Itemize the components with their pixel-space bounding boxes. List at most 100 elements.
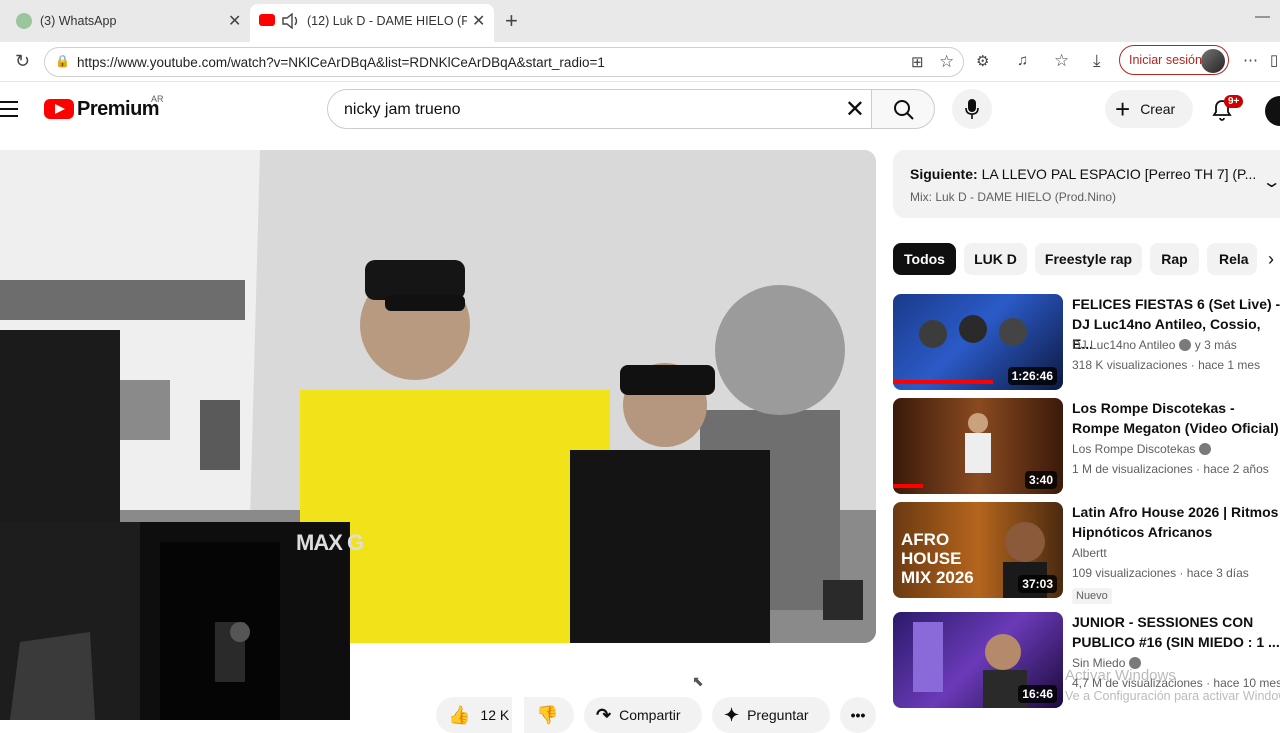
video-meta: 109 visualizaciones · hace 3 días bbox=[1072, 566, 1249, 580]
new-tab-icon[interactable]: + bbox=[505, 8, 518, 34]
video-title[interactable]: Latin Afro House 2026 | Ritmos Hipnótico… bbox=[1072, 502, 1280, 542]
video-thumbnail[interactable]: AFRO HOUSE MIX 2026 37:03 bbox=[893, 502, 1063, 598]
up-next-title: LA LLEVO PAL ESPACIO [Perreo TH 7] (P... bbox=[981, 166, 1257, 182]
video-title[interactable]: JUNIOR - SESSIONES CON PUBLICO #16 (SIN … bbox=[1072, 612, 1280, 652]
search-button[interactable] bbox=[871, 89, 935, 129]
download-icon[interactable]: ⤓ bbox=[1093, 51, 1101, 71]
video-channel[interactable]: Los Rompe Discotekas bbox=[1072, 442, 1212, 456]
thumbs-down-icon: 👎 bbox=[536, 704, 559, 725]
close-icon[interactable]: ✕ bbox=[228, 11, 241, 31]
video-thumbnail[interactable]: 16:46 bbox=[893, 612, 1063, 708]
star-icon[interactable]: ☆ bbox=[939, 52, 954, 72]
lock-icon[interactable]: 🔒 bbox=[55, 54, 70, 68]
favorites-icon[interactable]: ☆ bbox=[1054, 51, 1069, 71]
signin-label: Iniciar sesión bbox=[1129, 53, 1202, 67]
profile-avatar bbox=[1201, 49, 1225, 73]
like-count: 12 K bbox=[480, 707, 510, 723]
plus-icon: + bbox=[1115, 94, 1131, 124]
search-input[interactable]: nicky jam trueno ✕ bbox=[327, 89, 872, 129]
region-code: AR bbox=[151, 94, 164, 104]
signin-button[interactable]: Iniciar sesión bbox=[1119, 45, 1229, 75]
video-channel[interactable]: Albertt bbox=[1072, 546, 1107, 560]
like-button[interactable]: 👍 12 K bbox=[436, 697, 512, 733]
up-next-subtitle: Mix: Luk D - DAME HIELO (Prod.Nino) bbox=[910, 190, 1117, 204]
address-bar-row: ↻ 🔒 https://www.youtube.com/watch?v=NKlC… bbox=[0, 42, 1280, 82]
account-avatar[interactable] bbox=[1265, 96, 1280, 126]
extensions-icon[interactable]: ⚙ bbox=[976, 52, 989, 70]
more-icon: ••• bbox=[850, 707, 866, 723]
chip-freestyle-rap[interactable]: Freestyle rap bbox=[1035, 243, 1142, 275]
speaker-icon[interactable] bbox=[282, 13, 300, 29]
thumbs-up-icon: 👍 bbox=[448, 704, 471, 725]
list-item[interactable]: AFRO HOUSE MIX 2026 37:03 Latin Afro Hou… bbox=[893, 502, 1280, 610]
whatsapp-icon bbox=[16, 13, 32, 29]
ask-label: Preguntar bbox=[747, 707, 809, 723]
url-text: https://www.youtube.com/watch?v=NKlCeArD… bbox=[77, 55, 605, 70]
video-thumbnail[interactable]: 3:40 bbox=[893, 398, 1063, 494]
tab-whatsapp[interactable]: (3) WhatsApp ✕ bbox=[8, 6, 248, 36]
verified-icon bbox=[1199, 443, 1212, 455]
windows-activation-subtitle: Ve a Configuración para activar Windows bbox=[1065, 689, 1280, 703]
tab-title: (12) Luk D - DAME HIELO (Pro bbox=[307, 14, 467, 28]
up-next-line: Siguiente: LA LLEVO PAL ESPACIO [Perreo … bbox=[910, 166, 1256, 182]
verified-icon bbox=[1179, 339, 1192, 351]
more-icon[interactable]: ⋯ bbox=[1243, 51, 1258, 69]
app-grid-icon[interactable]: ⊞ bbox=[911, 53, 924, 71]
microphone-icon bbox=[965, 99, 979, 119]
video-thumbnail[interactable]: 1:26:46 bbox=[893, 294, 1063, 390]
media-icon[interactable]: ♫ bbox=[1017, 52, 1028, 69]
chip-rela[interactable]: Rela bbox=[1207, 243, 1257, 275]
close-icon[interactable]: ✕ bbox=[472, 11, 485, 31]
reload-icon[interactable]: ↻ bbox=[15, 51, 30, 72]
search-query: nicky jam trueno bbox=[344, 101, 461, 118]
chip-rap[interactable]: Rap bbox=[1150, 243, 1199, 275]
more-actions-button[interactable]: ••• bbox=[840, 697, 876, 733]
share-button[interactable]: ↷ Compartir bbox=[584, 697, 702, 733]
video-channel[interactable]: DJ Luc14no Antileo y 3 más bbox=[1072, 338, 1237, 352]
search-icon bbox=[894, 100, 914, 120]
voice-search-button[interactable] bbox=[952, 89, 992, 129]
ask-button[interactable]: ✦ Preguntar bbox=[712, 697, 830, 733]
thumbnail-text: AFRO HOUSE MIX 2026 bbox=[901, 530, 974, 587]
windows-activation-title: Activar Windows bbox=[1065, 667, 1176, 684]
mouse-cursor-icon: ⬉ bbox=[692, 673, 704, 689]
up-next-panel[interactable]: Siguiente: LA LLEVO PAL ESPACIO [Perreo … bbox=[893, 150, 1280, 218]
list-item[interactable]: 1:26:46 FELICES FIESTAS 6 (Set Live) - D… bbox=[893, 294, 1280, 394]
chip-luk-d[interactable]: LUK D bbox=[964, 243, 1027, 275]
tab-youtube[interactable]: (12) Luk D - DAME HIELO (Pro ✕ bbox=[250, 4, 494, 42]
dislike-button[interactable]: 👎 bbox=[524, 697, 574, 733]
video-title[interactable]: Los Rompe Discotekas - Rompe Megaton (Vi… bbox=[1072, 398, 1280, 438]
video-duration: 37:03 bbox=[1018, 575, 1057, 593]
premium-logo-text[interactable]: Premium bbox=[77, 98, 160, 121]
youtube-header: Premium AR nicky jam trueno ✕ + Crear 9+ bbox=[0, 82, 1280, 138]
youtube-logo-icon[interactable] bbox=[44, 99, 74, 119]
video-meta: 1 M de visualizaciones · hace 2 años bbox=[1072, 462, 1269, 476]
channel-extra: y 3 más bbox=[1194, 338, 1237, 352]
menu-icon[interactable] bbox=[0, 101, 18, 117]
list-item[interactable]: 3:40 Los Rompe Discotekas - Rompe Megato… bbox=[893, 398, 1280, 498]
sidebar-icon[interactable]: ▯ bbox=[1270, 51, 1278, 69]
share-icon: ↷ bbox=[596, 704, 612, 725]
up-next-label: Siguiente: bbox=[910, 166, 978, 182]
video-duration: 1:26:46 bbox=[1007, 367, 1057, 385]
chevron-down-icon[interactable]: ⌄ bbox=[1262, 172, 1280, 192]
video-duration: 3:40 bbox=[1024, 471, 1057, 489]
url-field[interactable]: 🔒 https://www.youtube.com/watch?v=NKlCeA… bbox=[44, 47, 964, 77]
create-label: Crear bbox=[1140, 101, 1176, 117]
youtube-icon bbox=[259, 14, 275, 26]
notification-badge: 9+ bbox=[1224, 95, 1244, 108]
video-meta: 318 K visualizaciones · hace 1 mes bbox=[1072, 358, 1261, 372]
video-duration: 16:46 bbox=[1018, 685, 1057, 703]
clear-search-icon[interactable]: ✕ bbox=[845, 95, 865, 124]
channel-name: DJ Luc14no Antileo bbox=[1072, 338, 1176, 352]
overlay-logo: MAX G bbox=[296, 530, 364, 555]
sparkle-icon: ✦ bbox=[724, 704, 740, 725]
chevron-right-icon[interactable]: › bbox=[1268, 249, 1274, 270]
channel-name: Los Rompe Discotekas bbox=[1072, 442, 1196, 456]
create-button[interactable]: + Crear bbox=[1105, 90, 1193, 128]
share-label: Compartir bbox=[619, 707, 681, 723]
tab-title: (3) WhatsApp bbox=[40, 14, 117, 28]
chip-todos[interactable]: Todos bbox=[893, 243, 956, 275]
new-badge: Nuevo bbox=[1072, 588, 1112, 604]
minimize-icon[interactable]: — bbox=[1255, 8, 1270, 25]
